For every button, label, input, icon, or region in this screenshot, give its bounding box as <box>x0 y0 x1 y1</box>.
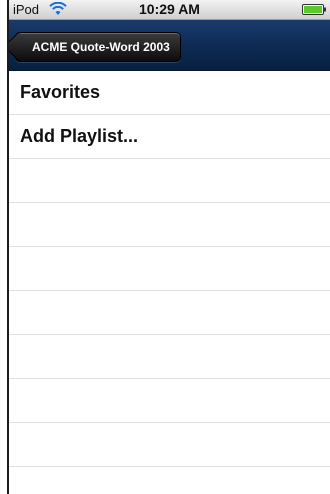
list-item-empty <box>9 291 330 335</box>
battery-icon <box>302 4 326 15</box>
list-item-empty <box>9 423 330 467</box>
list-item-favorites[interactable]: Favorites <box>9 71 330 115</box>
list-item-empty <box>9 159 330 203</box>
back-arrow-icon <box>9 31 34 62</box>
list-item-add-playlist[interactable]: Add Playlist... <box>9 115 330 159</box>
list-item-empty <box>9 335 330 379</box>
status-time: 10:29 AM <box>139 1 200 17</box>
playlist-list: Favorites Add Playlist... <box>9 71 330 467</box>
device-screen: iPod 10:29 AM ACME Quote-Word 2003 Favor… <box>7 0 330 494</box>
back-button-label: ACME Quote-Word 2003 <box>32 40 170 54</box>
navigation-bar: ACME Quote-Word 2003 <box>9 20 330 71</box>
list-item-empty <box>9 247 330 291</box>
back-button[interactable]: ACME Quote-Word 2003 <box>9 31 181 62</box>
status-bar: iPod 10:29 AM <box>9 0 330 20</box>
list-item-empty <box>9 203 330 247</box>
list-item-empty <box>9 379 330 423</box>
